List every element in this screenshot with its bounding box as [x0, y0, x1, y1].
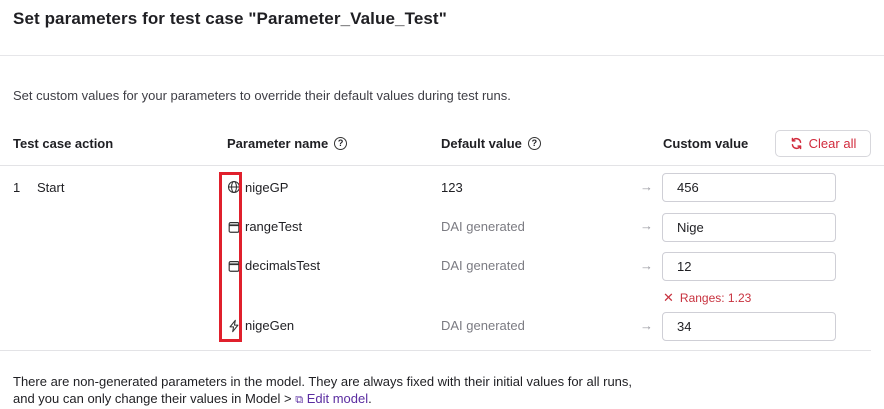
column-header-param: Parameter name ? — [227, 136, 348, 151]
column-header-action-label: Test case action — [13, 136, 114, 151]
default-value: 123 — [441, 180, 463, 195]
footer-line-1: There are non-generated parameters in th… — [13, 374, 633, 389]
footer-line-2: and you can only change their values in … — [13, 390, 632, 409]
clear-all-label: Clear all — [808, 136, 857, 151]
custom-value-input[interactable] — [662, 173, 836, 202]
table-footer-divider — [0, 350, 871, 351]
icon-highlight-box — [219, 172, 242, 342]
param-name: nigeGP — [245, 180, 289, 195]
page-description: Set custom values for your parameters to… — [13, 88, 511, 103]
arrow-icon: → — [640, 218, 653, 233]
default-value: DAI generated — [441, 258, 525, 273]
default-value: DAI generated — [441, 219, 525, 234]
page-title: Set parameters for test case "Parameter_… — [13, 9, 447, 28]
validation-error-text: Ranges: 1.23 — [679, 291, 752, 305]
param-name: decimalsTest — [245, 258, 321, 273]
footer-note: There are non-generated parameters in th… — [13, 373, 632, 409]
external-link-icon: ⧉ — [295, 394, 304, 406]
edit-model-link[interactable]: Edit model — [307, 391, 368, 406]
table-header-divider — [0, 165, 884, 166]
footer-line-2-text: and you can only change their values in … — [13, 391, 296, 406]
param-name: nigeGen — [245, 318, 295, 333]
refresh-icon — [791, 137, 801, 150]
help-icon[interactable]: ? — [527, 137, 541, 150]
custom-value-input[interactable] — [662, 252, 836, 281]
row-index: 1 — [13, 180, 21, 195]
custom-value-input[interactable] — [662, 312, 836, 341]
column-header-action: Test case action — [13, 136, 113, 151]
default-value: DAI generated — [441, 318, 525, 333]
error-icon: ✕ — [663, 290, 674, 305]
column-header-custom-label: Custom value — [663, 136, 749, 151]
column-header-default: Default value ? — [441, 136, 541, 151]
arrow-icon: → — [640, 318, 653, 333]
custom-value-input[interactable] — [662, 213, 836, 242]
column-header-param-label: Parameter name — [227, 136, 329, 151]
help-icon[interactable]: ? — [334, 137, 348, 150]
arrow-icon: → — [640, 179, 653, 194]
clear-all-button[interactable]: Clear all — [775, 130, 871, 157]
row-action: Start — [37, 180, 65, 195]
page-header: Set parameters for test case "Parameter_… — [0, 0, 884, 56]
param-name: rangeTest — [245, 219, 303, 234]
arrow-icon: → — [640, 258, 653, 273]
column-header-default-label: Default value — [441, 136, 522, 151]
column-header-custom: Custom value — [663, 136, 748, 151]
footer-line-2-end: . — [368, 391, 372, 406]
validation-error: ✕ Ranges: 1.23 — [663, 290, 751, 306]
